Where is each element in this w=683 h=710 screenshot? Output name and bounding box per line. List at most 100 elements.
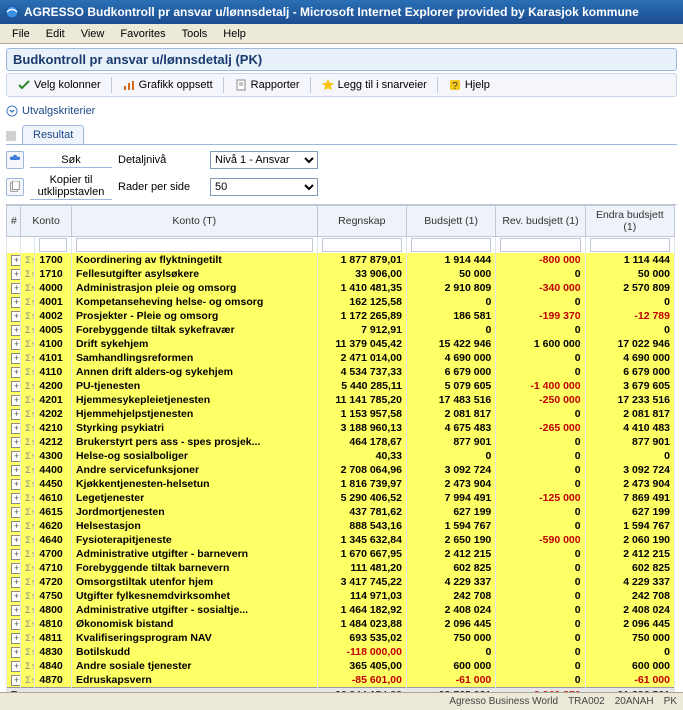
rader-select[interactable]: 50	[210, 178, 318, 196]
detaljniva-select[interactable]: Nivå 1 - Ansvar	[210, 151, 318, 169]
menu-edit[interactable]: Edit	[38, 26, 73, 42]
expand-icon[interactable]: +	[11, 283, 21, 294]
col-hash[interactable]: #	[7, 206, 21, 237]
cell-regnskap: 464 178,67	[317, 435, 406, 449]
expand-icon[interactable]: +	[11, 633, 21, 644]
table-row[interactable]: +Σ↑4810Økonomisk bistand1 484 023,882 09…	[7, 617, 675, 631]
expand-icon[interactable]: +	[11, 381, 21, 392]
table-row[interactable]: +Σ↑4005Forebyggende tiltak sykefravær7 9…	[7, 323, 675, 337]
menu-help[interactable]: Help	[215, 26, 254, 42]
expand-icon[interactable]: +	[11, 549, 21, 560]
table-row[interactable]: +Σ↑4700Administrative utgifter - barneve…	[7, 547, 675, 561]
expand-icon[interactable]: +	[11, 647, 21, 658]
table-row[interactable]: +Σ↑4720Omsorgstiltak utenfor hjem3 417 7…	[7, 575, 675, 589]
expand-icon[interactable]: +	[11, 591, 21, 602]
cell-konto: 1710	[35, 267, 72, 281]
filter-konto-t[interactable]	[76, 238, 313, 252]
hjelp-button[interactable]: ? Hjelp	[442, 76, 496, 94]
expand-icon[interactable]: +	[11, 451, 21, 462]
table-row[interactable]: +Σ↑4400Andre servicefunksjoner2 708 064,…	[7, 463, 675, 477]
cell-rev: -199 370	[496, 309, 585, 323]
table-row[interactable]: +Σ↑4212Brukerstyrt pers ass - spes prosj…	[7, 435, 675, 449]
expand-icon[interactable]: +	[11, 661, 21, 672]
menu-favorites[interactable]: Favorites	[112, 26, 173, 42]
expand-icon[interactable]: +	[11, 367, 21, 378]
table-row[interactable]: +Σ↑4800Administrative utgifter - sosialt…	[7, 603, 675, 617]
table-row[interactable]: +Σ↑4870Edruskapsvern-85 601,00-61 0000-6…	[7, 673, 675, 688]
table-row[interactable]: +Σ↑4811Kvalifiseringsprogram NAV693 535,…	[7, 631, 675, 645]
table-row[interactable]: +Σ↑4300Helse-og sosialboliger40,33000	[7, 449, 675, 463]
utvalgskriterier-section[interactable]: Utvalgskriterier	[6, 105, 677, 117]
table-row[interactable]: +Σ↑4000Administrasjon pleie og omsorg1 4…	[7, 281, 675, 295]
filter-endra[interactable]	[590, 238, 670, 252]
col-rev-budsjett[interactable]: Rev. budsjett (1)	[496, 206, 585, 237]
table-row[interactable]: +Σ↑4750Utgifter fylkesnemdvirksomhet114 …	[7, 589, 675, 603]
table-row[interactable]: +Σ↑4450Kjøkkentjenesten-helsetun1 816 73…	[7, 477, 675, 491]
kopier-button[interactable]	[6, 178, 24, 196]
table-row[interactable]: +Σ↑4101Samhandlingsreformen2 471 014,004…	[7, 351, 675, 365]
expand-icon[interactable]: +	[11, 493, 21, 504]
expand-icon[interactable]: +	[11, 297, 21, 308]
expand-icon[interactable]: +	[11, 409, 21, 420]
menu-view[interactable]: View	[73, 26, 113, 42]
expand-icon[interactable]: +	[11, 535, 21, 546]
expand-icon[interactable]: +	[11, 269, 21, 280]
collapse-arrow-icon[interactable]	[6, 105, 18, 117]
table-row[interactable]: +Σ↑4201Hjemmesykepleietjenesten11 141 78…	[7, 393, 675, 407]
rapporter-button[interactable]: Rapporter	[228, 76, 306, 94]
legg-til-snarveier-button[interactable]: Legg til i snarveier	[315, 76, 433, 94]
expand-icon[interactable]: +	[11, 437, 21, 448]
table-row[interactable]: +Σ↑4710Forebyggende tiltak barnevern111 …	[7, 561, 675, 575]
table-row[interactable]: +Σ↑4200PU-tjenesten5 440 285,115 079 605…	[7, 379, 675, 393]
expand-icon[interactable]: +	[11, 605, 21, 616]
table-row[interactable]: +Σ↑4840Andre sosiale tjenester365 405,00…	[7, 659, 675, 673]
expand-icon[interactable]: +	[11, 255, 21, 266]
expand-icon[interactable]: +	[11, 339, 21, 350]
filter-regnskap[interactable]	[322, 238, 402, 252]
table-row[interactable]: +Σ↑4210Styrking psykiatri3 188 960,134 6…	[7, 421, 675, 435]
col-endra-budsjett[interactable]: Endra budsjett (1)	[585, 206, 674, 237]
expand-icon[interactable]: +	[11, 423, 21, 434]
table-row[interactable]: +Σ↑4202Hjemmehjelpstjenesten1 153 957,58…	[7, 407, 675, 421]
table-row[interactable]: +Σ↑4610Legetjenester5 290 406,527 994 49…	[7, 491, 675, 505]
menu-tools[interactable]: Tools	[174, 26, 216, 42]
col-konto-t[interactable]: Konto (T)	[71, 206, 317, 237]
sok-button[interactable]: Søk	[30, 153, 112, 168]
filter-konto[interactable]	[39, 238, 67, 252]
expand-icon[interactable]: +	[11, 577, 21, 588]
menu-file[interactable]: File	[4, 26, 38, 42]
expand-icon[interactable]: +	[11, 619, 21, 630]
cell-endra: 2 408 024	[585, 603, 674, 617]
filter-budsjett[interactable]	[411, 238, 491, 252]
table-row[interactable]: +Σ↑4640Fysioterapitjeneste1 345 632,842 …	[7, 533, 675, 547]
col-regnskap[interactable]: Regnskap	[317, 206, 406, 237]
col-budsjett[interactable]: Budsjett (1)	[406, 206, 495, 237]
table-row[interactable]: +Σ↑4830Botilskudd-118 000,00000	[7, 645, 675, 659]
table-row[interactable]: +Σ↑1710Fellesutgifter asylsøkere33 906,0…	[7, 267, 675, 281]
expand-icon[interactable]: +	[11, 563, 21, 574]
expand-icon[interactable]: +	[11, 675, 21, 686]
table-row[interactable]: +Σ↑4615Jordmortjenesten437 781,62627 199…	[7, 505, 675, 519]
expand-icon[interactable]: +	[11, 507, 21, 518]
table-row[interactable]: +Σ↑4100Drift sykehjem11 379 045,4215 422…	[7, 337, 675, 351]
expand-icon[interactable]: +	[11, 479, 21, 490]
table-row[interactable]: +Σ↑4110Annen drift alders-og sykehjem4 5…	[7, 365, 675, 379]
table-row[interactable]: +Σ↑4620Helsestasjon888 543,161 594 76701…	[7, 519, 675, 533]
expand-icon[interactable]: +	[11, 311, 21, 322]
expand-icon[interactable]: +	[11, 395, 21, 406]
expand-icon[interactable]: +	[11, 325, 21, 336]
kopier-link[interactable]: Kopier til utklippstavlen	[30, 173, 112, 200]
tab-resultat[interactable]: Resultat	[22, 125, 84, 144]
cell-name: Annen drift alders-og sykehjem	[71, 365, 317, 379]
table-row[interactable]: +Σ↑1700Koordinering av flyktningetilt1 8…	[7, 253, 675, 267]
table-row[interactable]: +Σ↑4001Kompetanseheving helse- og omsorg…	[7, 295, 675, 309]
expand-icon[interactable]: +	[11, 353, 21, 364]
search-button[interactable]	[6, 151, 24, 169]
expand-icon[interactable]: +	[11, 521, 21, 532]
expand-icon[interactable]: +	[11, 465, 21, 476]
table-row[interactable]: +Σ↑4002Prosjekter - Pleie og omsorg1 172…	[7, 309, 675, 323]
grafikk-oppsett-button[interactable]: Grafikk oppsett	[116, 76, 219, 94]
col-konto[interactable]: Konto	[21, 206, 72, 237]
velg-kolonner-button[interactable]: Velg kolonner	[11, 76, 107, 94]
filter-rev[interactable]	[500, 238, 580, 252]
